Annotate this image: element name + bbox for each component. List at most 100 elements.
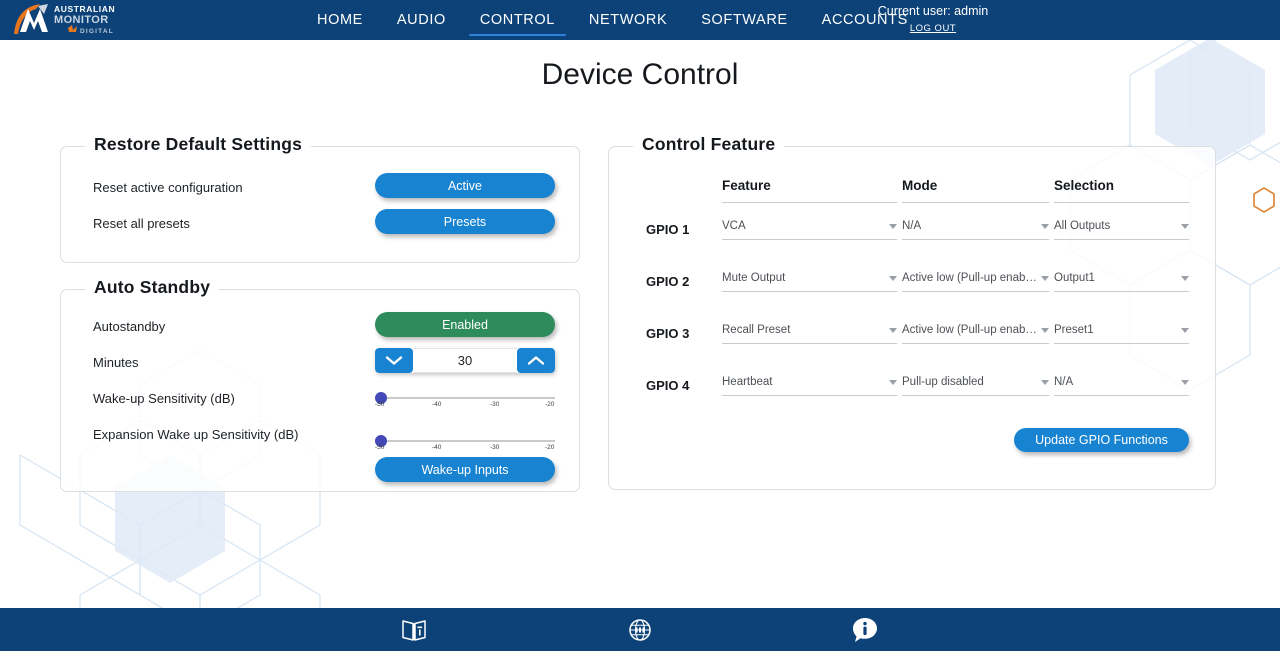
- chevron-down-icon: [1181, 379, 1189, 385]
- wakeup-inputs-button[interactable]: Wake-up Inputs: [375, 457, 555, 482]
- gpio-2-label: GPIO 2: [646, 274, 690, 289]
- chevron-down-icon: [889, 223, 897, 229]
- auto-standby-title: Auto Standby: [85, 277, 220, 298]
- wakeup-sensitivity-slider[interactable]: -50 -40 -30 -20: [375, 390, 555, 413]
- chevron-down-icon: [1181, 327, 1189, 333]
- chevron-down-icon: [1181, 275, 1189, 281]
- main-nav: HOME AUDIO CONTROL NETWORK SOFTWARE ACCO…: [300, 0, 925, 40]
- wakeup-sensitivity-label: Wake-up Sensitivity (dB): [93, 391, 235, 406]
- update-gpio-functions-button[interactable]: Update GPIO Functions: [1014, 428, 1189, 452]
- globe-web-icon-button[interactable]: [625, 616, 655, 644]
- gpio-3-mode-value: Active low (Pull-up enabled): [902, 324, 1037, 336]
- gpio-1-feature-select[interactable]: VCA: [722, 213, 897, 240]
- restore-default-settings-card: Restore Default Settings Reset active co…: [60, 134, 580, 263]
- reset-all-presets-label: Reset all presets: [93, 216, 190, 231]
- wakeup-tick-2: -30: [490, 401, 500, 408]
- device-control-page: AUSTRALIAN MONITOR DIGITAL HOME AUDIO CO…: [0, 0, 1280, 651]
- control-feature-card: Control Feature Feature Mode Selection G…: [608, 134, 1216, 490]
- gpio-4-mode-select[interactable]: Pull-up disabled: [902, 369, 1049, 396]
- nav-item-control[interactable]: CONTROL: [463, 0, 572, 40]
- reset-presets-button[interactable]: Presets: [375, 209, 555, 234]
- nav-item-audio[interactable]: AUDIO: [380, 0, 463, 40]
- gpio-4-mode-value: Pull-up disabled: [902, 376, 984, 388]
- gpio-2-mode-select[interactable]: Active low (Pull-up enabled): [902, 265, 1049, 292]
- chevron-down-icon: [889, 275, 897, 281]
- auto-standby-card: Auto Standby Autostandby Enabled Minutes…: [60, 277, 580, 492]
- gpio-1-mode-select[interactable]: N/A: [902, 213, 1049, 240]
- chevron-down-icon: [1041, 327, 1049, 333]
- chevron-down-icon: [385, 356, 403, 365]
- header-rule-feature: [722, 202, 897, 203]
- gpio-1-selection-select[interactable]: All Outputs: [1054, 213, 1189, 240]
- gpio-2-selection-value: Output1: [1054, 272, 1095, 284]
- svg-text:AUSTRALIAN: AUSTRALIAN: [54, 4, 115, 14]
- chevron-up-icon: [527, 356, 545, 365]
- expansion-slider-ticks: -50 -40 -30 -20: [375, 444, 555, 456]
- expansion-wakeup-sensitivity-slider[interactable]: -50 -40 -30 -20: [375, 433, 555, 456]
- chevron-down-icon: [1041, 379, 1049, 385]
- reset-active-configuration-label: Reset active configuration: [93, 180, 243, 195]
- svg-text:DIGITAL: DIGITAL: [80, 28, 114, 35]
- expansion-tick-3: -20: [545, 444, 555, 451]
- minutes-decrement-button[interactable]: [375, 348, 413, 373]
- logout-link[interactable]: LOG OUT: [910, 21, 956, 37]
- gpio-2-feature-select[interactable]: Mute Output: [722, 265, 897, 292]
- restore-default-settings-title: Restore Default Settings: [85, 134, 312, 155]
- wakeup-slider-ticks: -50 -40 -30 -20: [375, 401, 555, 413]
- chevron-down-icon: [889, 379, 897, 385]
- gpio-2-feature-value: Mute Output: [722, 272, 786, 284]
- chevron-down-icon: [1181, 223, 1189, 229]
- wakeup-tick-0: -50: [375, 401, 385, 408]
- info-bubble-icon-button[interactable]: [850, 616, 880, 644]
- top-navigation-bar: AUSTRALIAN MONITOR DIGITAL HOME AUDIO CO…: [0, 0, 1280, 40]
- gpio-1-feature-value: VCA: [722, 220, 746, 232]
- svg-text:MONITOR: MONITOR: [54, 14, 109, 26]
- minutes-stepper: 30: [375, 348, 555, 373]
- reset-active-button[interactable]: Active: [375, 173, 555, 198]
- page-title: Device Control: [541, 58, 739, 91]
- gpio-2-selection-select[interactable]: Output1: [1054, 265, 1189, 292]
- column-header-mode: Mode: [902, 178, 938, 193]
- chevron-down-icon: [1041, 223, 1049, 229]
- control-feature-title: Control Feature: [633, 134, 785, 155]
- header-rule-mode: [902, 202, 1049, 203]
- gpio-4-selection-select[interactable]: N/A: [1054, 369, 1189, 396]
- footer-bar: [0, 608, 1280, 651]
- current-user-box: Current user: admin LOG OUT: [858, 3, 1008, 37]
- gpio-4-feature-select[interactable]: Heartbeat: [722, 369, 897, 396]
- australian-monitor-logo[interactable]: AUSTRALIAN MONITOR DIGITAL: [6, 1, 116, 39]
- nav-item-network[interactable]: NETWORK: [572, 0, 684, 40]
- minutes-label: Minutes: [93, 355, 139, 370]
- chevron-down-icon: [889, 327, 897, 333]
- autostandby-toggle-button[interactable]: Enabled: [375, 312, 555, 337]
- expansion-tick-2: -30: [490, 444, 500, 451]
- gpio-3-mode-select[interactable]: Active low (Pull-up enabled): [902, 317, 1049, 344]
- wakeup-tick-1: -40: [432, 401, 442, 408]
- expansion-slider-track[interactable]: [375, 435, 555, 447]
- manual-book-icon-button[interactable]: [399, 616, 429, 644]
- gpio-1-mode-value: N/A: [902, 220, 922, 232]
- gpio-2-mode-value: Active low (Pull-up enabled): [902, 272, 1037, 284]
- manual-book-icon: [402, 620, 426, 641]
- gpio-4-label: GPIO 4: [646, 378, 690, 393]
- gpio-4-selection-value: N/A: [1054, 376, 1074, 388]
- gpio-3-label: GPIO 3: [646, 326, 690, 341]
- header-rule-selection: [1054, 202, 1189, 203]
- minutes-value[interactable]: 30: [413, 348, 517, 373]
- wakeup-slider-track[interactable]: [375, 392, 555, 404]
- expansion-tick-1: -40: [432, 444, 442, 451]
- nav-item-software[interactable]: SOFTWARE: [684, 0, 804, 40]
- gpio-3-selection-value: Preset1: [1054, 324, 1094, 336]
- wakeup-tick-3: -20: [545, 401, 555, 408]
- gpio-3-selection-select[interactable]: Preset1: [1054, 317, 1189, 344]
- column-header-selection: Selection: [1054, 178, 1115, 193]
- gpio-3-feature-select[interactable]: Recall Preset: [722, 317, 897, 344]
- info-bubble-icon: [853, 618, 877, 642]
- minutes-increment-button[interactable]: [517, 348, 555, 373]
- nav-item-home[interactable]: HOME: [300, 0, 380, 40]
- gpio-1-selection-value: All Outputs: [1054, 220, 1111, 232]
- chevron-down-icon: [1041, 275, 1049, 281]
- autostandby-label: Autostandby: [93, 319, 166, 334]
- expansion-tick-0: -50: [375, 444, 385, 451]
- gpio-4-feature-value: Heartbeat: [722, 376, 773, 388]
